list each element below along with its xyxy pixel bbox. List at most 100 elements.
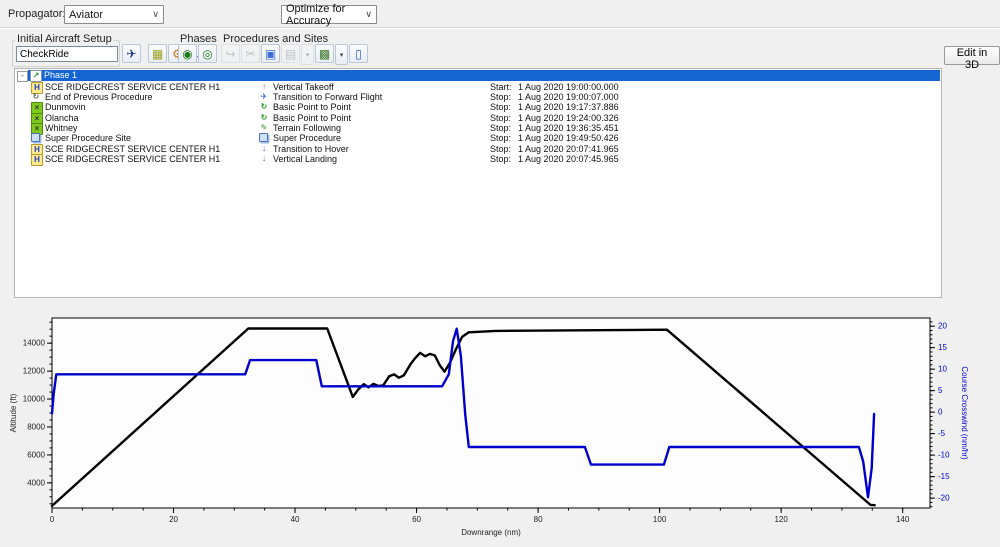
plot-area (52, 318, 930, 508)
optimize-select[interactable]: Optimize for Accuracy ∨ (281, 5, 377, 24)
site-name: Super Procedure Site (45, 133, 131, 143)
right-tick-label: 5 (938, 386, 943, 395)
initial-aircraft-setup-input[interactable] (16, 46, 118, 62)
left-tick-label: 10000 (23, 395, 46, 404)
paste-button: ▤ (281, 44, 300, 63)
x-tick-label: 140 (896, 515, 910, 524)
x-tick-label: 80 (534, 515, 543, 524)
edit-in-3d-button[interactable]: Edit in 3D (944, 46, 1000, 65)
right-tick-label: 0 (938, 408, 943, 417)
snapshot-button[interactable]: ▦ (148, 44, 167, 63)
time-label: Stop: (490, 92, 511, 102)
propagator-select[interactable]: Aviator ∨ (64, 5, 164, 24)
scissors-icon: ✂ (245, 48, 255, 60)
phase-icon: ↗ (30, 70, 42, 82)
procedure-row[interactable]: HSCE RIDGECREST SERVICE CENTER H1↓Transi… (15, 144, 941, 154)
p2p-icon: ↻ (259, 102, 269, 112)
chevron-down-icon: ∨ (152, 9, 159, 20)
time-label: Start: (490, 82, 512, 92)
right-tick-label: -5 (938, 429, 946, 438)
toolbar-group-phases: ◉◎ (178, 44, 218, 63)
procedure-row[interactable]: ↻End of Previous Procedure✈Transition to… (15, 92, 941, 102)
right-tick-label: 15 (938, 343, 947, 352)
procedure-name: Vertical Landing (273, 154, 337, 164)
x-tick-label: 100 (653, 515, 667, 524)
x-tick-label: 60 (412, 515, 421, 524)
helipad-icon: H (31, 154, 43, 166)
left-tick-label: 8000 (27, 422, 45, 431)
terrain-icon: ✎ (259, 123, 269, 133)
procedure-row[interactable]: ×Dunmovin↻Basic Point to PointStop:1 Aug… (15, 102, 941, 112)
site-picker-icon: ▩ (319, 48, 330, 60)
procedure-name: Super Procedure (273, 133, 341, 143)
propagator-value: Aviator (69, 9, 103, 21)
x-tick-label: 0 (50, 515, 55, 524)
site-name: Dunmovin (45, 102, 86, 112)
site-name: End of Previous Procedure (45, 92, 153, 102)
left-tick-label: 4000 (27, 478, 45, 487)
right-axis-title: Course Crosswind (nm/hr) (960, 366, 969, 460)
procedure-row[interactable]: ×Whitney✎Terrain FollowingStop:1 Aug 202… (15, 123, 941, 133)
phase-row[interactable]: ↗ Phase 1 (28, 70, 940, 81)
phase-label: Phase 1 (44, 70, 77, 81)
phone-icon: ▯ (355, 48, 362, 60)
time-value: 1 Aug 2020 20:07:45.965 (518, 154, 619, 164)
site-name: SCE RIDGECREST SERVICE CENTER H1 (45, 82, 220, 92)
procedure-row[interactable]: ×Olancha↻Basic Point to PointStop:1 Aug … (15, 113, 941, 123)
time-value: 1 Aug 2020 19:17:37.886 (518, 102, 619, 112)
pages-icon (31, 133, 40, 142)
right-tick-label: 20 (938, 322, 947, 331)
procedure-row[interactable]: HSCE RIDGECREST SERVICE CENTER H1↓Vertic… (15, 154, 941, 164)
procedure-name: Vertical Takeoff (273, 82, 334, 92)
cut-button: ✂ (241, 44, 260, 63)
copy-button[interactable]: ▣ (261, 44, 280, 63)
phase-collapse-toggle[interactable]: - (17, 71, 28, 82)
procedure-row[interactable]: Super Procedure Site Super Procedure Stop:… (15, 133, 941, 143)
toolbar-group-procsites: ↪✂▣▤▾▩▾▯ (221, 44, 369, 65)
paste-button-dropdown: ▾ (301, 44, 314, 65)
procedure-name: Terrain Following (273, 123, 341, 133)
site-name: Whitney (45, 123, 78, 133)
time-label: Stop: (490, 102, 511, 112)
procedure-name: Transition to Hover (273, 144, 349, 154)
time-value: 1 Aug 2020 19:24:00.326 (518, 113, 619, 123)
initial-aircraft-setup-label: Initial Aircraft Setup (15, 33, 114, 45)
site-name: Olancha (45, 113, 79, 123)
right-tick-label: -20 (938, 494, 950, 503)
optimize-value: Optimize for Accuracy (286, 3, 359, 27)
takeoff-icon: ↑ (259, 82, 269, 92)
toolbar-group-initial: ✈ (122, 44, 142, 63)
site-name: SCE RIDGECREST SERVICE CENTER H1 (45, 154, 220, 164)
hover-icon: ↓ (259, 144, 269, 154)
propagator-label: Propagator: (8, 8, 65, 20)
toolbar-divider (0, 27, 1000, 29)
flight-profile-chart: 400060008000100001200014000-20-15-10-505… (0, 310, 1000, 544)
procedure-row[interactable]: HSCE RIDGECREST SERVICE CENTER H1↑Vertic… (15, 82, 941, 92)
time-value: 1 Aug 2020 20:07:41.965 (518, 144, 619, 154)
device-button[interactable]: ▯ (349, 44, 368, 63)
left-axis-title: Altitude (ft) (9, 393, 18, 432)
time-label: Stop: (490, 123, 511, 133)
paste-icon: ▤ (285, 48, 296, 60)
procedure-name: Basic Point to Point (273, 113, 351, 123)
insert-phase-button[interactable]: ◉ (178, 44, 197, 63)
procedure-name: Basic Point to Point (273, 102, 351, 112)
time-label: Stop: (490, 133, 511, 143)
x-tick-label: 20 (169, 515, 178, 524)
select-site-button-dropdown[interactable]: ▾ (335, 44, 348, 65)
time-value: 1 Aug 2020 19:36:35.451 (518, 123, 619, 133)
select-aircraft-button[interactable]: ✈ (122, 44, 141, 63)
x-tick-label: 40 (291, 515, 300, 524)
fwdflight-icon: ✈ (259, 92, 269, 102)
procedure-name: Transition to Forward Flight (273, 92, 382, 102)
select-site-button[interactable]: ▩ (315, 44, 334, 63)
time-label: Stop: (490, 113, 511, 123)
copy-icon: ▣ (265, 48, 276, 60)
x-tick-label: 120 (774, 515, 788, 524)
time-value: 1 Aug 2020 19:49:50.426 (518, 133, 619, 143)
site-name: SCE RIDGECREST SERVICE CENTER H1 (45, 144, 220, 154)
right-tick-label: -10 (938, 451, 950, 460)
manage-phases-button[interactable]: ◎ (198, 44, 217, 63)
left-tick-label: 12000 (23, 367, 46, 376)
pages-icon (259, 133, 268, 142)
